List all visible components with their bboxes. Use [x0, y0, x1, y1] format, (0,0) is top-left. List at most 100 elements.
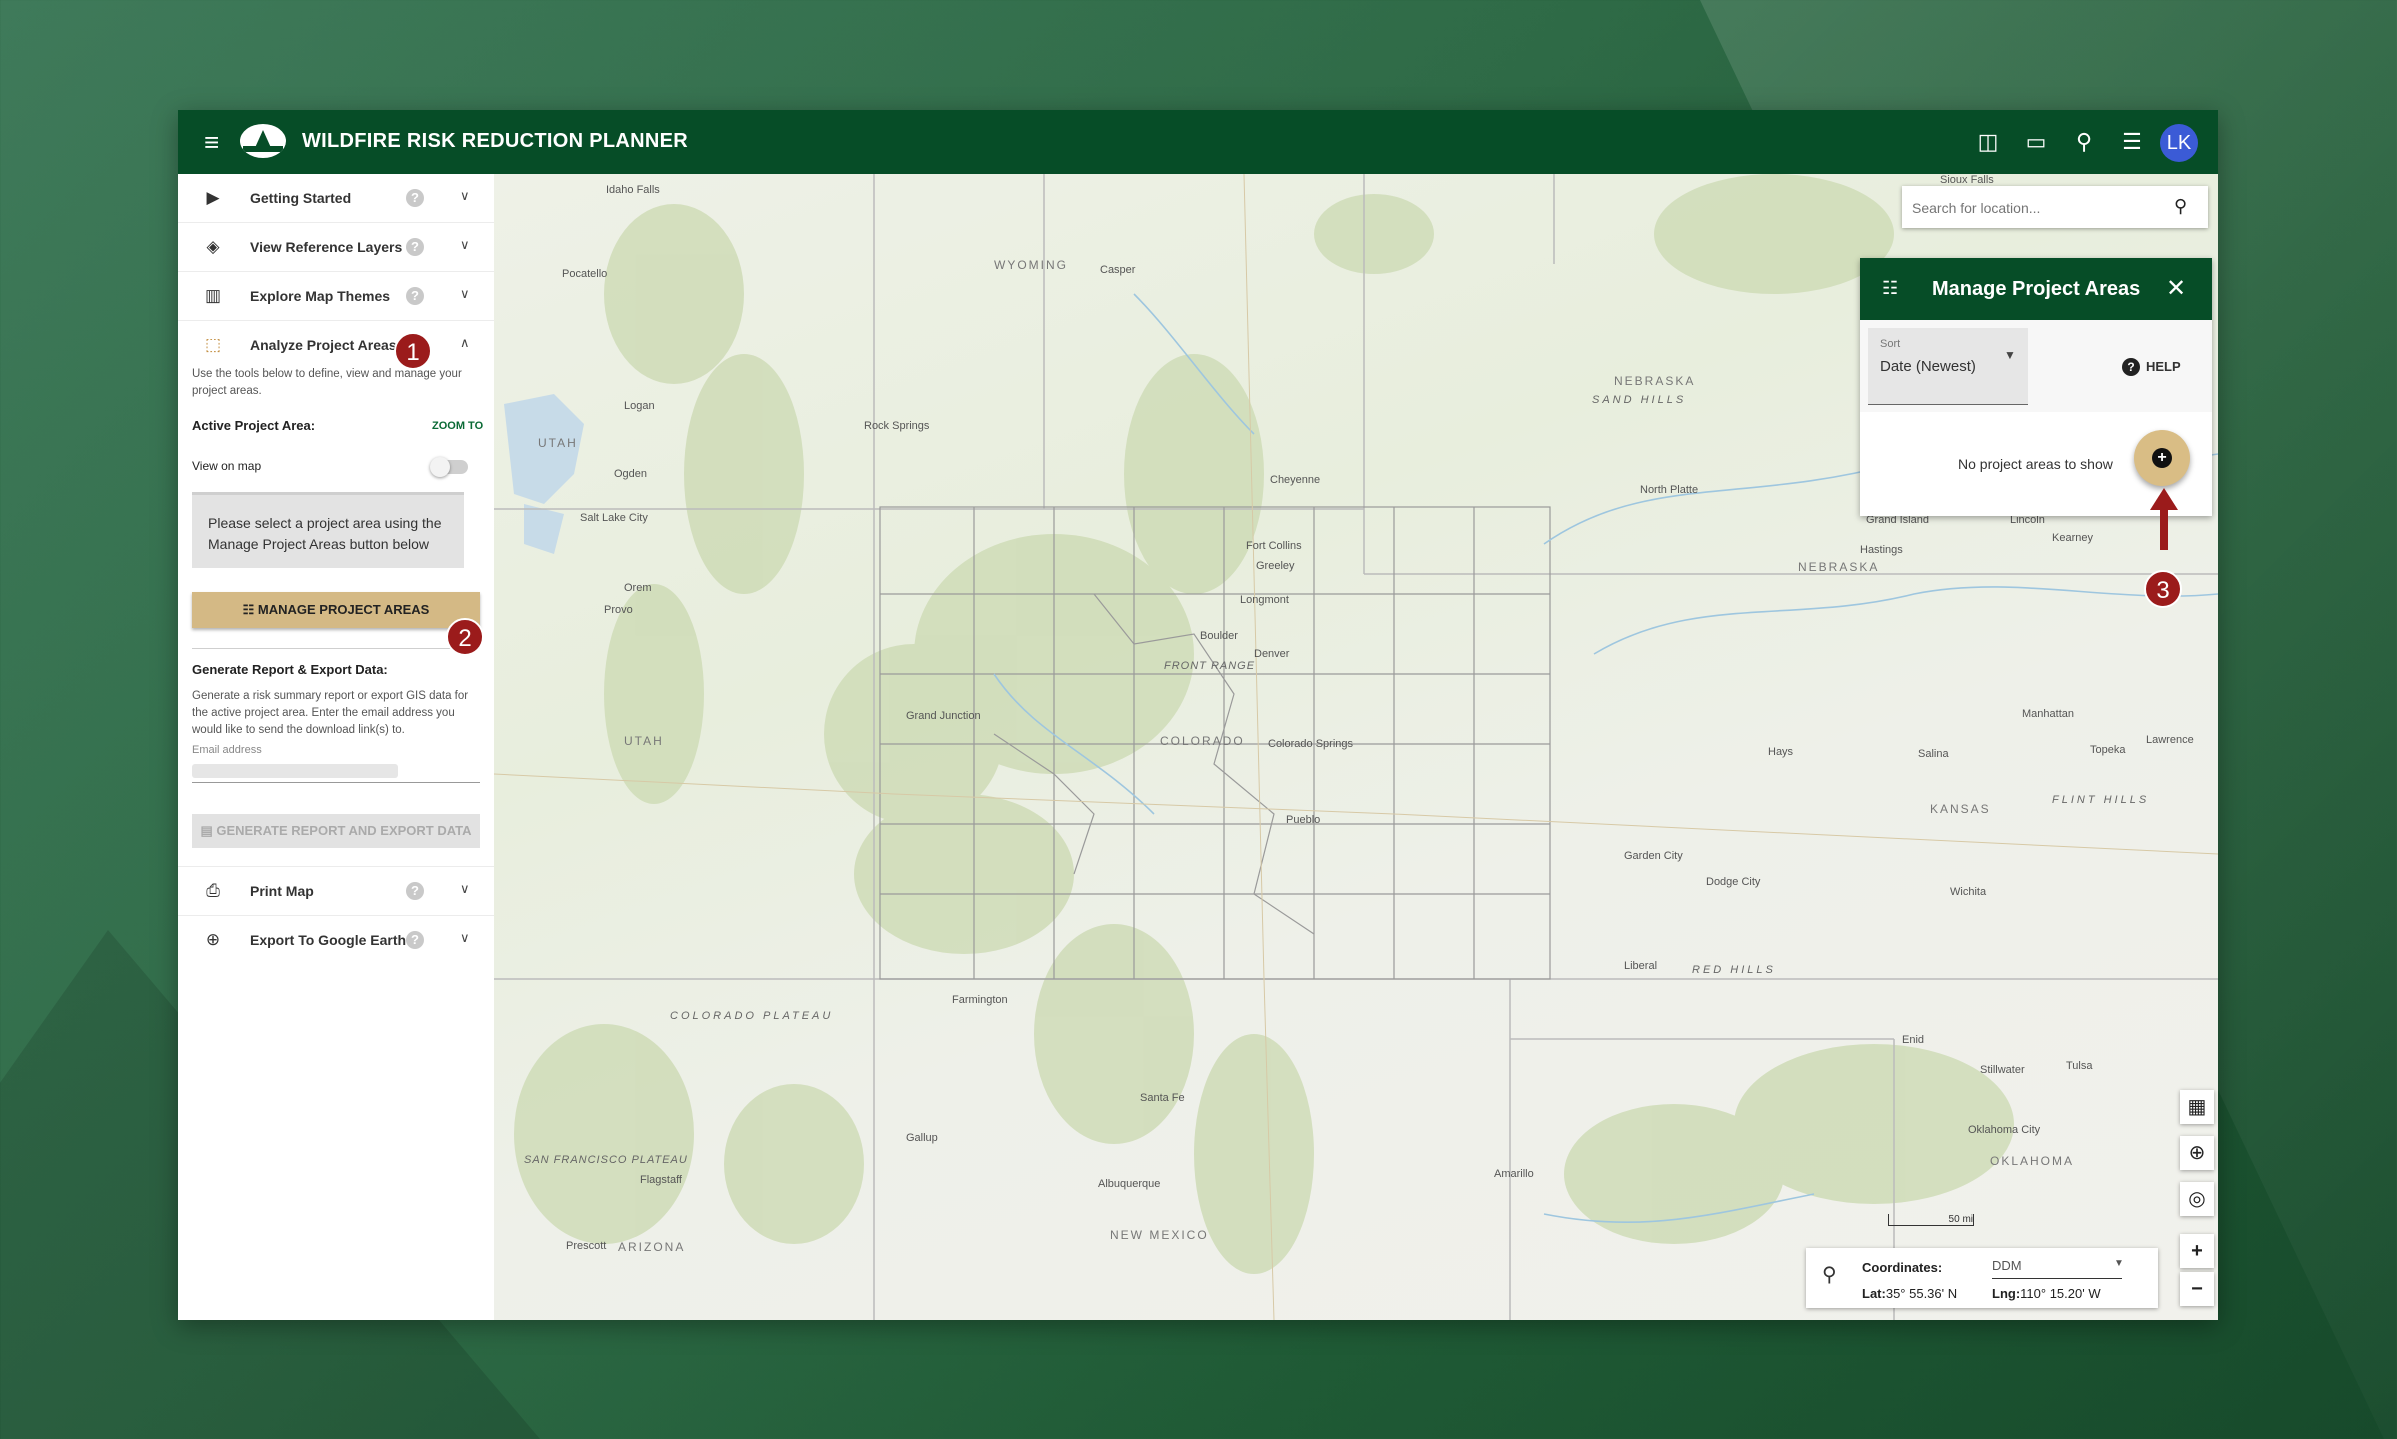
generate-report-button[interactable]: ▤ GENERATE REPORT AND EXPORT DATA: [192, 814, 480, 848]
chevron-down-icon[interactable]: ∨: [460, 286, 470, 302]
ruler-icon[interactable]: ▭: [2022, 128, 2050, 156]
map-label-state: NEBRASKA: [1614, 374, 1696, 388]
zoom-out-button[interactable]: −: [2180, 1272, 2214, 1306]
chevron-down-icon[interactable]: ∨: [460, 237, 470, 253]
view-on-map-toggle[interactable]: [430, 457, 468, 477]
help-icon[interactable]: ?: [406, 931, 424, 949]
map-label-city: Garden City: [1624, 850, 1683, 862]
lng-label: Lng:: [1992, 1286, 2021, 1301]
help-icon[interactable]: ?: [406, 287, 424, 305]
lat-label: Lat:: [1862, 1286, 1886, 1301]
app-window: ≡ WILDFIRE RISK REDUCTION PLANNER ◫ ▭ ⚲ …: [178, 110, 2218, 1320]
map-label-city: Denver: [1254, 648, 1290, 660]
chevron-down-icon[interactable]: ∨: [460, 881, 470, 897]
map-label-city: Enid: [1902, 1034, 1925, 1046]
map-label-city: Lawrence: [2146, 734, 2194, 746]
chevron-down-icon[interactable]: ∨: [460, 930, 470, 946]
map-label-city: Rock Springs: [864, 420, 930, 432]
location-pin-icon: ⚲: [1822, 1264, 1837, 1286]
map-icon: ▥: [204, 286, 222, 305]
help-icon[interactable]: ?: [406, 189, 424, 207]
globe-icon[interactable]: ⊕: [2180, 1136, 2214, 1170]
user-avatar[interactable]: LK: [2160, 124, 2198, 162]
nav-label: View Reference Layers: [250, 239, 403, 255]
map-label-city: Topeka: [2090, 744, 2126, 756]
map-label-city: Pocatello: [562, 268, 608, 280]
layers-icon: ◈: [206, 237, 220, 256]
help-button[interactable]: ? HELP: [2122, 358, 2181, 376]
email-input[interactable]: [192, 762, 480, 783]
map-label-region: FRONT RANGE: [1164, 660, 1256, 672]
analyze-intro: Use the tools below to define, view and …: [192, 368, 462, 397]
manage-button-label: MANAGE PROJECT AREAS: [257, 602, 430, 617]
select-area-notice: Please select a project area using the M…: [192, 492, 464, 568]
map-label-city: Boulder: [1200, 630, 1238, 642]
nav-view-reference-layers[interactable]: ◈ View Reference Layers ? ∨: [178, 223, 494, 272]
map-label-city: Dodge City: [1706, 876, 1761, 888]
search-input[interactable]: [1910, 196, 2164, 220]
map-label-city: North Platte: [1640, 484, 1699, 496]
nav-print-map[interactable]: ⎙ Print Map ? ∨: [178, 867, 494, 916]
map-label-city: Provo: [604, 604, 633, 616]
callout-badge-1: 1: [394, 332, 432, 370]
sidebar: ▶ Getting Started ? ∨ ◈ View Reference L…: [178, 174, 495, 1320]
location-pin-icon[interactable]: ⚲: [2070, 128, 2098, 156]
help-icon: ?: [2122, 358, 2140, 376]
nav-analyze-project-areas[interactable]: ⬚ Analyze Project Areas ∧: [178, 321, 494, 369]
chevron-up-icon[interactable]: ∧: [460, 335, 470, 351]
map-label-city: Stillwater: [1980, 1064, 2025, 1076]
basemap-grid-icon[interactable]: ▦: [2180, 1090, 2214, 1124]
manage-list-icon: ☷: [242, 602, 258, 617]
map-label-state: ARIZONA: [618, 1240, 686, 1254]
map-label-city: Santa Fe: [1140, 1092, 1185, 1104]
sort-select[interactable]: Sort Date (Newest) ▼: [1868, 328, 2028, 405]
map-label-city: Prescott: [566, 1240, 607, 1252]
map-label-state: NEBRASKA: [1798, 560, 1880, 574]
callout-badge-2: 2: [446, 618, 484, 656]
plus-icon: +: [2152, 448, 2172, 468]
sort-value: Date (Newest): [1880, 358, 1976, 375]
nav-getting-started[interactable]: ▶ Getting Started ? ∨: [178, 174, 494, 223]
sort-label: Sort: [1880, 338, 1901, 350]
nav-label: Print Map: [250, 883, 314, 899]
map-label-state: UTAH: [538, 436, 578, 450]
help-icon[interactable]: ?: [406, 238, 424, 256]
map-label-city: Salt Lake City: [580, 512, 648, 524]
add-project-area-button[interactable]: +: [2134, 430, 2190, 486]
play-circle-icon: ▶: [206, 188, 220, 207]
nav-label: Analyze Project Areas: [250, 337, 397, 353]
menu-icon[interactable]: ≡: [204, 129, 219, 155]
printer-icon: ⎙: [206, 881, 220, 900]
top-bar: ≡ WILDFIRE RISK REDUCTION PLANNER ◫ ▭ ⚲ …: [178, 110, 2218, 174]
map-label-city: Hays: [1768, 746, 1794, 758]
close-icon[interactable]: ✕: [2166, 274, 2186, 303]
map-view[interactable]: WYOMING NEBRASKA UTAH COLORADO KANSAS NE…: [494, 174, 2218, 1320]
scale-bar: 50 mi: [1888, 1214, 1974, 1226]
zoom-to-link[interactable]: ZOOM TO: [432, 420, 483, 432]
lng-value: 110° 15.20' W: [2020, 1286, 2101, 1301]
nav-export-google-earth[interactable]: ⊕ Export To Google Earth ? ∨: [178, 916, 494, 964]
list-icon[interactable]: ☰: [2118, 128, 2146, 156]
panel-title: Manage Project Areas: [1932, 278, 2141, 300]
coordinate-format-select[interactable]: DDM ▼: [1992, 1258, 2124, 1279]
map-label-city: Liberal: [1624, 960, 1658, 972]
map-label-region: FLINT HILLS: [2052, 794, 2150, 806]
callout-badge-3: 3: [2144, 570, 2182, 608]
help-icon[interactable]: ?: [406, 882, 424, 900]
report-description: Generate a risk summary report or export…: [192, 690, 469, 736]
map-label-city: Greeley: [1256, 560, 1295, 572]
my-location-icon[interactable]: ◎: [2180, 1182, 2214, 1216]
search-icon[interactable]: ⚲: [2174, 196, 2187, 217]
map-label-state: OKLAHOMA: [1990, 1154, 2075, 1168]
report-heading: Generate Report & Export Data:: [192, 662, 388, 677]
manage-project-areas-button[interactable]: ☷ MANAGE PROJECT AREAS: [192, 592, 480, 628]
active-area-label: Active Project Area:: [192, 418, 316, 433]
map-label-state: WYOMING: [994, 258, 1068, 272]
map-label-state: COLORADO: [1160, 734, 1245, 748]
map-label-city: Sioux Falls: [1940, 174, 1994, 186]
zoom-in-button[interactable]: +: [2180, 1234, 2214, 1268]
map-label-state: NEW MEXICO: [1110, 1228, 1209, 1242]
nav-explore-map-themes[interactable]: ▥ Explore Map Themes ? ∨: [178, 272, 494, 321]
chevron-down-icon[interactable]: ∨: [460, 188, 470, 204]
split-view-icon[interactable]: ◫: [1974, 128, 2002, 156]
